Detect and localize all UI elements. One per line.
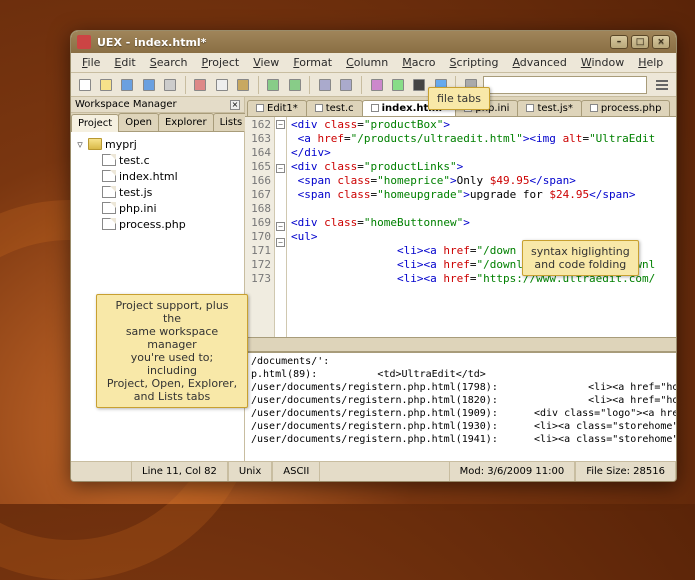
callout-project: Project support, plus the same workspace… xyxy=(96,294,248,408)
toolbar-combo[interactable] xyxy=(483,76,647,94)
find-icon[interactable] xyxy=(315,75,334,95)
menu-file[interactable]: File xyxy=(75,54,107,71)
workspace-tab-explorer[interactable]: Explorer xyxy=(158,113,214,131)
horizontal-scrollbar[interactable] xyxy=(245,337,676,351)
menu-edit[interactable]: Edit xyxy=(107,54,142,71)
app-icon xyxy=(77,35,91,49)
menu-macro[interactable]: Macro xyxy=(395,54,442,71)
menu-advanced[interactable]: Advanced xyxy=(505,54,573,71)
status-encoding: ASCII xyxy=(272,462,320,481)
save-icon[interactable] xyxy=(118,75,137,95)
status-eol: Unix xyxy=(228,462,272,481)
tree-file[interactable]: php.ini xyxy=(75,200,240,216)
status-modified: Mod: 3/6/2009 11:00 xyxy=(449,462,576,481)
toolbar xyxy=(71,73,676,97)
editor-area: Edit1*test.cindex.html*php.initest.js*pr… xyxy=(245,97,676,461)
run-icon[interactable] xyxy=(388,75,407,95)
line-gutter: 162163164165166167168169170171172173 xyxy=(245,117,275,337)
output-panel[interactable]: /documents/': p.html(89): <td>UltraEdit<… xyxy=(245,351,676,461)
fold-column[interactable]: −−−− xyxy=(275,117,287,337)
menu-scripting[interactable]: Scripting xyxy=(443,54,506,71)
bookmark-icon[interactable] xyxy=(367,75,386,95)
new-file-icon[interactable] xyxy=(75,75,94,95)
workspace-manager-title: Workspace Manager xyxy=(75,99,177,110)
redo-icon[interactable] xyxy=(285,75,304,95)
workspace-tab-lists[interactable]: Lists xyxy=(213,113,250,131)
workspace-manager-header: Workspace Manager × xyxy=(71,97,244,113)
workspace-close-icon[interactable]: × xyxy=(230,100,240,110)
file-tab[interactable]: test.c xyxy=(306,100,363,116)
cut-icon[interactable] xyxy=(191,75,210,95)
toolbar-menu-icon[interactable] xyxy=(653,75,672,95)
undo-icon[interactable] xyxy=(264,75,283,95)
minimize-button[interactable]: – xyxy=(610,35,628,49)
menu-search[interactable]: Search xyxy=(143,54,195,71)
print-icon[interactable] xyxy=(160,75,179,95)
copy-icon[interactable] xyxy=(212,75,231,95)
tree-file[interactable]: process.php xyxy=(75,216,240,232)
file-tab[interactable]: Edit1* xyxy=(247,100,307,116)
status-position: Line 11, Col 82 xyxy=(131,462,228,481)
replace-icon[interactable] xyxy=(337,75,356,95)
workspace-tab-open[interactable]: Open xyxy=(118,113,159,131)
menu-help[interactable]: Help xyxy=(631,54,670,71)
menu-project[interactable]: Project xyxy=(195,54,247,71)
file-tab[interactable]: process.php xyxy=(581,100,671,116)
titlebar[interactable]: UEX - index.html* – □ × xyxy=(71,31,676,53)
status-filesize: File Size: 28516 xyxy=(575,462,676,481)
statusbar: Line 11, Col 82 Unix ASCII Mod: 3/6/2009… xyxy=(71,461,676,481)
tree-file[interactable]: test.js xyxy=(75,184,240,200)
menu-column[interactable]: Column xyxy=(339,54,395,71)
tree-root[interactable]: ▿myprj xyxy=(75,136,240,152)
file-tab[interactable]: test.js* xyxy=(517,100,581,116)
window-title: UEX - index.html* xyxy=(97,36,206,49)
open-file-icon[interactable] xyxy=(96,75,115,95)
code-editor[interactable]: 162163164165166167168169170171172173 −−−… xyxy=(245,117,676,337)
menu-format[interactable]: Format xyxy=(286,54,339,71)
workspace-tab-project[interactable]: Project xyxy=(71,114,119,132)
callout-filetabs: file tabs xyxy=(428,87,490,110)
paste-icon[interactable] xyxy=(233,75,252,95)
workspace-tabs: ProjectOpenExplorerLists xyxy=(71,113,244,132)
terminal-icon[interactable] xyxy=(410,75,429,95)
close-button[interactable]: × xyxy=(652,35,670,49)
menu-view[interactable]: View xyxy=(246,54,286,71)
code-content[interactable]: <div class="productBox"> <a href="/produ… xyxy=(287,117,676,337)
save-all-icon[interactable] xyxy=(139,75,158,95)
menubar: FileEditSearchProjectViewFormatColumnMac… xyxy=(71,53,676,73)
tree-file[interactable]: test.c xyxy=(75,152,240,168)
menu-window[interactable]: Window xyxy=(574,54,631,71)
tree-file[interactable]: index.html xyxy=(75,168,240,184)
maximize-button[interactable]: □ xyxy=(631,35,649,49)
callout-syntax: syntax higlighting and code folding xyxy=(522,240,639,276)
